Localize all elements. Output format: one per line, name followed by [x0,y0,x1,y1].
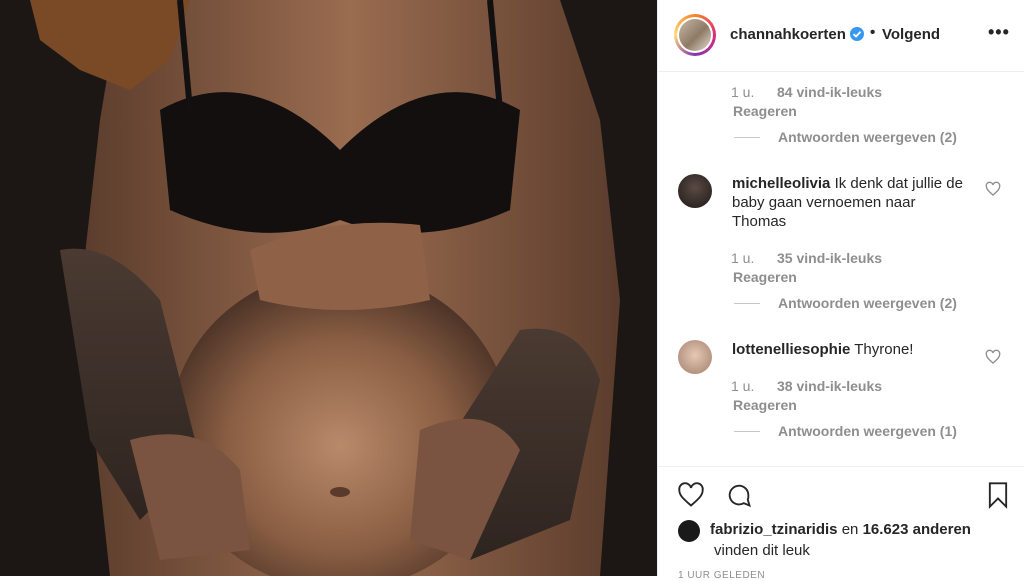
reply-button[interactable]: Reageren [733,397,797,413]
author-avatar[interactable] [674,14,716,56]
bookmark-icon[interactable] [984,481,1012,514]
replies-divider [734,137,760,138]
verified-badge-icon [850,27,864,41]
comment-avatar[interactable] [678,340,712,374]
likes-connector: en [841,521,859,538]
comment-likes[interactable]: 35 vind-ik-leuks [777,250,882,266]
post-image [0,0,657,576]
comment-like-heart-icon[interactable] [985,349,1001,365]
comment-body: lottenelliesophie Thyrone! [732,340,968,359]
comment-username[interactable]: michelleolivia [732,175,830,192]
liker-username[interactable]: fabrizio_tzinaridis [710,521,838,538]
replies-divider [734,431,760,432]
header-separator: • [870,24,876,41]
more-options-icon[interactable]: ••• [988,22,1010,43]
liker-avatar[interactable] [678,520,700,542]
post-header: channahkoerten • Volgend ••• [658,0,1024,72]
comment-icon[interactable] [725,481,753,514]
comment-username[interactable]: lottenelliesophie [732,341,850,358]
comment-time[interactable]: 1 u. [731,250,754,266]
post-photo[interactable] [0,0,657,576]
comment-likes[interactable]: 84 vind-ik-leuks [777,84,882,100]
view-replies-button[interactable]: Antwoorden weergeven (2) [778,295,957,311]
comment-text: Thyrone! [854,341,914,358]
comment-likes[interactable]: 38 vind-ik-leuks [777,378,882,394]
comment-time[interactable]: 1 u. [731,84,754,100]
comment-body: michelleolivia Ik denk dat jullie de bab… [732,174,968,231]
view-replies-button[interactable]: Antwoorden weergeven (1) [778,423,957,439]
comment-avatar[interactable] [678,174,712,208]
likes-count[interactable]: 16.623 anderen [863,521,971,538]
follow-button[interactable]: Volgend [882,26,940,43]
post-sidebar: channahkoerten • Volgend ••• 1 u. 84 vin… [657,0,1024,581]
heart-icon[interactable] [677,481,705,514]
reply-button[interactable]: Reageren [733,103,797,119]
likes-suffix: vinden dit leuk [714,542,810,559]
reply-button[interactable]: Reageren [733,269,797,285]
view-replies-button[interactable]: Antwoorden weergeven (2) [778,129,957,145]
author-username[interactable]: channahkoerten [730,26,846,43]
replies-divider [734,303,760,304]
comment-like-heart-icon[interactable] [985,181,1001,197]
comment-time[interactable]: 1 u. [731,378,754,394]
